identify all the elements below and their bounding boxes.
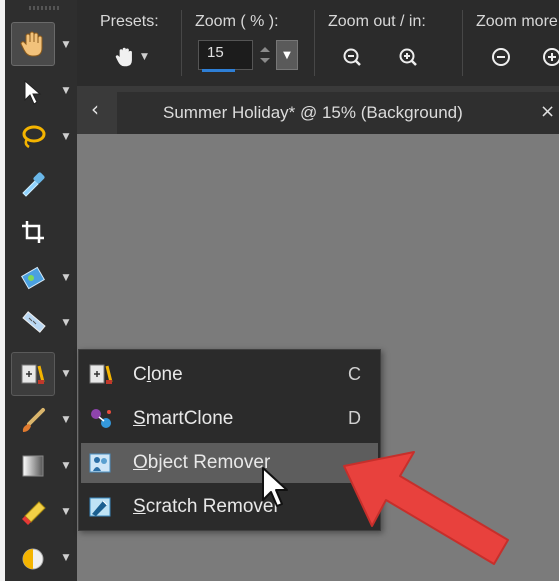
selection-tool-caret[interactable]: ▼	[61, 132, 71, 142]
plus-circle-icon	[543, 48, 559, 66]
zoom-out-in-label: Zoom out / in:	[328, 13, 426, 30]
paint-tool-caret[interactable]: ▼	[61, 415, 71, 425]
separator	[314, 10, 315, 76]
zoom-out-button[interactable]	[339, 44, 365, 70]
fill-tool-button[interactable]	[11, 444, 55, 488]
clone-tool-caret[interactable]: ▼	[61, 369, 71, 379]
straighten-tool-button[interactable]	[11, 300, 55, 344]
straighten-tool-caret[interactable]: ▼	[61, 318, 71, 328]
zoom-in-button[interactable]	[395, 44, 421, 70]
zoom-dropdown-button[interactable]: ▼	[276, 40, 298, 70]
adjust-tool-button[interactable]	[11, 256, 55, 300]
clone-tool-icon	[21, 364, 45, 384]
shortcut-key: C	[348, 364, 361, 384]
property-bar: Presets: ▼ Zoom ( % ): 15 ▼ Zoom out / i…	[77, 0, 559, 86]
pick-tool-button[interactable]	[11, 70, 55, 114]
fill-tool-caret[interactable]: ▼	[61, 461, 71, 471]
object-remover-icon	[89, 453, 111, 473]
zoom-out-icon	[343, 48, 361, 66]
adjust-tool-caret[interactable]: ▼	[61, 273, 71, 283]
menu-item-label: Object Remover	[133, 452, 271, 473]
selection-tool-button[interactable]	[11, 115, 55, 159]
paint-tool-button[interactable]	[11, 398, 55, 442]
zoom-in-icon	[399, 48, 417, 66]
smartclone-icon	[91, 409, 111, 428]
toolbox-grip[interactable]	[29, 6, 59, 10]
eraser-tool-caret[interactable]: ▼	[61, 507, 71, 517]
dodge-burn-tool-button[interactable]	[11, 537, 55, 581]
toolbox: ▼ ▼ ▼ ▼ ▼ ▼ ▼ ▼ ▼ ▼	[5, 0, 77, 581]
clone-tool-flyout-menu: Clone C SmartClone D Object Remover Scra…	[78, 349, 381, 531]
minus-circle-icon	[492, 48, 510, 66]
zoom-spinner[interactable]	[255, 40, 275, 70]
zoom-label: Zoom ( % ):	[195, 13, 279, 30]
zoom-input-underline	[202, 69, 235, 72]
image-adjust-icon	[21, 266, 45, 290]
eraser-tool-button[interactable]	[11, 491, 55, 535]
separator	[181, 10, 182, 76]
close-icon[interactable]: ×	[540, 101, 555, 122]
presets-dropdown[interactable]: ▼	[115, 44, 155, 70]
pan-hand-icon	[20, 31, 43, 57]
pan-tool-caret[interactable]: ▼	[61, 40, 71, 50]
tab-scroll-left-button[interactable]: ‹	[77, 86, 113, 134]
zoom-more-in-button[interactable]	[539, 44, 559, 70]
dodge-burn-tool-caret[interactable]: ▼	[61, 553, 71, 563]
pan-tool-button[interactable]	[11, 22, 55, 66]
document-tab-title: Summer Holiday* @ 15% (Background)	[163, 103, 463, 122]
mouse-cursor-icon	[262, 467, 288, 507]
straighten-icon	[22, 311, 46, 333]
pick-tool-caret[interactable]: ▼	[61, 86, 71, 96]
document-tab[interactable]: Summer Holiday* @ 15% (Background) ×	[117, 92, 559, 134]
menu-item-label: Clone	[133, 364, 183, 385]
annotation-arrow-icon	[343, 451, 509, 565]
menu-item-label: SmartClone	[133, 408, 234, 429]
separator	[462, 10, 463, 76]
crop-tool-button[interactable]	[11, 210, 55, 254]
menu-item-label: Scratch Remover	[133, 496, 280, 517]
pan-hand-icon	[115, 47, 132, 67]
chevron-down-icon: ▼	[283, 49, 291, 61]
paint-brush-icon	[22, 408, 45, 432]
fill-gradient-icon	[22, 455, 44, 477]
menu-item-smartclone[interactable]: SmartClone D	[81, 399, 378, 439]
eyedropper-icon	[22, 172, 45, 197]
menu-item-scratch-remover[interactable]: Scratch Remover	[81, 487, 378, 527]
zoom-more-label: Zoom more	[476, 13, 558, 30]
zoom-input[interactable]: 15	[198, 40, 253, 70]
menu-item-clone[interactable]: Clone C	[81, 355, 378, 395]
shortcut-key: D	[348, 408, 361, 428]
dodge-burn-icon	[22, 548, 44, 570]
clone-tool-button[interactable]	[11, 352, 55, 396]
app-window: ▼ ▼ ▼ ▼ ▼ ▼ ▼ ▼ ▼ ▼ Presets: ▼ Zoom (% …	[0, 0, 559, 581]
crop-icon	[22, 221, 44, 243]
pick-arrow-icon	[24, 79, 42, 105]
zoom-more-out-button[interactable]	[488, 44, 514, 70]
document-tab-bar: ‹ Summer Holiday* @ 15% (Background) ×	[77, 86, 559, 134]
scratch-remover-icon	[89, 497, 111, 517]
eyedropper-tool-button[interactable]	[11, 161, 55, 205]
lasso-icon	[22, 125, 46, 149]
eraser-icon	[22, 501, 46, 525]
presets-label: Presets:	[100, 13, 159, 30]
menu-item-object-remover[interactable]: Object Remover	[81, 443, 378, 483]
clone-icon	[89, 364, 113, 384]
chevron-down-icon: ▼	[141, 52, 148, 62]
